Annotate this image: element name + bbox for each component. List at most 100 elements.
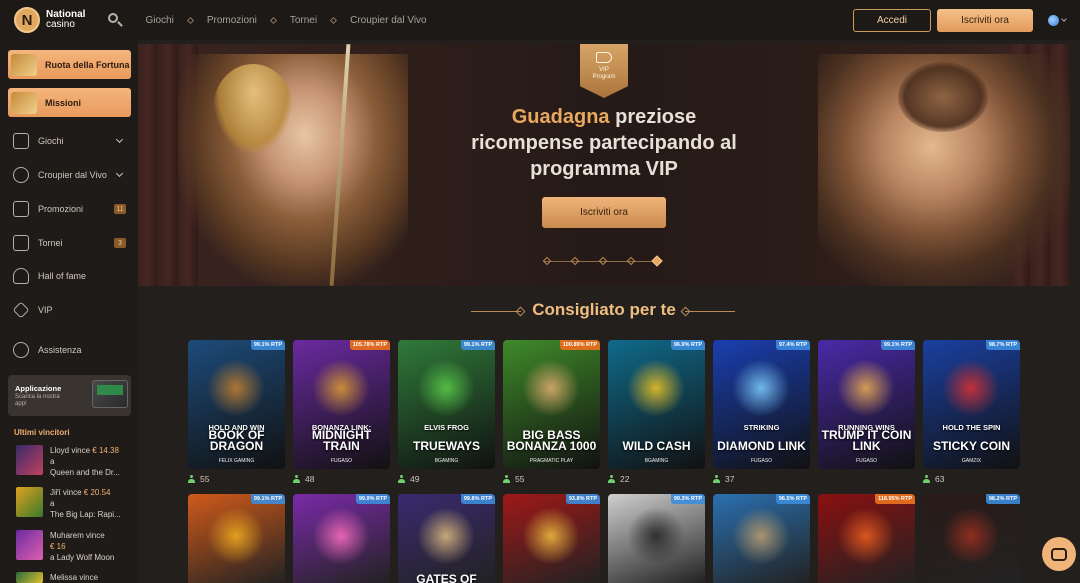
nav-tornei[interactable]: Tornei	[290, 15, 317, 26]
tournament-icon	[13, 235, 29, 251]
game-art	[521, 508, 581, 564]
game-tile[interactable]: 99.3% RTP	[608, 494, 705, 583]
rtp-badge: 99.1% RTP	[250, 340, 285, 350]
game-tile[interactable]: 96.5% RTP	[713, 494, 810, 583]
chevron-down-icon	[115, 169, 124, 178]
game-tile[interactable]: 105.78% RTP BONANZA LINK: MIDNIGHT TRAIN FU…	[293, 340, 390, 469]
game-tile[interactable]: 99.1% RTP HOLD AND WIN BOOK OF DRAGON FELIX…	[188, 340, 285, 469]
game-art	[521, 360, 581, 416]
nav-promozioni[interactable]: Promozioni	[207, 15, 257, 26]
live-chat-button[interactable]	[1042, 537, 1076, 571]
player-count: 55	[503, 474, 524, 484]
game-tile[interactable]: 98.7% RTP HOLD THE SPIN STICKY COIN GAMZIX	[923, 340, 1020, 469]
top-bar: N National casino Giochi Promozioni Torn…	[0, 0, 1080, 40]
game-art	[206, 508, 266, 564]
player-count: 49	[398, 474, 419, 484]
app-download-card[interactable]: Applicazione Scarica la nostra app!	[8, 375, 131, 416]
rtp-badge: 100.89% RTP	[559, 340, 600, 350]
game-tile[interactable]: 98.2% RTP	[923, 494, 1020, 583]
player-count-value: 49	[410, 474, 420, 484]
missions-button[interactable]: Missioni	[8, 88, 131, 117]
winner-item[interactable]: Jiří vince € 20.54 a The Big Lap: Rapi...	[16, 487, 136, 521]
nav-croupier[interactable]: Croupier dal Vivo	[350, 15, 427, 26]
hero-title-part: ricompense partecipando al	[471, 132, 737, 154]
chevron-down-icon	[115, 135, 124, 144]
winner-item[interactable]: Lloyd vince € 14.38 a Queen and the Dr...	[16, 445, 136, 479]
game-tile[interactable]: 99.1% RTP	[188, 494, 285, 583]
rtp-badge: 99.8% RTP	[460, 494, 495, 504]
game-tile[interactable]: 97.4% RTP STRIKING DIAMOND LINK FUGASO	[713, 340, 810, 469]
main-nav: Giochi Promozioni Tornei Croupier dal Vi…	[135, 15, 436, 26]
megaphone-icon	[596, 52, 612, 63]
signup-button[interactable]: Iscriviti ora	[937, 9, 1033, 32]
hero-title-highlight: Guadagna	[511, 106, 610, 128]
players-icon	[713, 475, 720, 483]
game-tile[interactable]: 99.9% RTP	[293, 494, 390, 583]
app-subtitle: Scarica la nostra app!	[15, 394, 60, 407]
game-provider: BGAMING	[644, 458, 669, 464]
logo[interactable]: N National casino	[14, 7, 85, 33]
carousel-dot[interactable]	[542, 256, 552, 266]
sidebar-item-promozioni[interactable]: Promozioni 11	[0, 198, 138, 220]
sidebar-item-tornei[interactable]: Tornei 3	[0, 232, 138, 254]
player-count: 48	[293, 474, 314, 484]
game-title: TRUEWAYS	[413, 439, 480, 453]
rtp-badge: 118.95% RTP	[875, 494, 915, 504]
carousel-dot-active[interactable]	[651, 255, 663, 267]
game-art	[731, 508, 791, 564]
vip-hero-banner: VIP Program Guadagna preziose ricompense …	[138, 44, 1070, 286]
game-art	[626, 360, 686, 416]
winner-item[interactable]: Muharem vince € 16 a Lady Wolf Moon	[16, 530, 136, 564]
carousel-dot[interactable]	[570, 256, 580, 266]
sidebar-item-croupier[interactable]: Croupier dal Vivo	[0, 164, 138, 186]
game-provider: BGAMING	[434, 458, 459, 464]
globe-icon[interactable]	[1048, 15, 1059, 26]
player-count: 63	[923, 474, 944, 484]
chevron-down-icon[interactable]	[1061, 16, 1067, 22]
game-tile[interactable]: 100.89% RTP BIG BASS BONANZA 1000 PRAGMATI…	[503, 340, 600, 469]
hero-signup-button[interactable]: Iscriviti ora	[542, 197, 666, 228]
sidebar-item-vip[interactable]: VIP	[0, 299, 138, 321]
nav-giochi[interactable]: Giochi	[145, 15, 173, 26]
game-art	[311, 508, 371, 564]
players-icon	[608, 475, 615, 483]
logo-mark: N	[14, 7, 40, 33]
login-button[interactable]: Accedi	[853, 9, 931, 32]
game-tile[interactable]: 99.1% RTP RUNNING WINS TRUMP IT COIN LINK F…	[818, 340, 915, 469]
game-tile[interactable]: 93.8% RTP	[503, 494, 600, 583]
winner-item[interactable]: Melissa vince	[16, 572, 136, 583]
winner-name: Muharem vince	[50, 531, 105, 540]
phone-icon	[92, 380, 128, 408]
game-art	[626, 508, 686, 564]
carousel-dot[interactable]	[598, 256, 608, 266]
game-art	[941, 360, 1001, 416]
game-tile[interactable]: 99.1% RTP ELVIS FROG TRUEWAYS BGAMING	[398, 340, 495, 469]
hero-title-part: programma VIP	[530, 158, 678, 180]
game-thumbnail	[16, 530, 43, 560]
badge-line2: Program	[592, 74, 616, 80]
wheel-of-fortune-button[interactable]: Ruota della Fortuna	[8, 50, 131, 79]
players-icon	[503, 475, 510, 483]
winner-game: Lady Wolf Moon	[56, 553, 115, 562]
game-title: STICKY COIN	[932, 439, 1011, 453]
sidebar-item-assistenza[interactable]: Assistenza	[0, 339, 138, 361]
player-count-value: 37	[725, 474, 735, 484]
game-title: MIDNIGHT TRAIN	[311, 428, 372, 453]
sidebar-item-hall-of-fame[interactable]: Hall of fame	[0, 265, 138, 287]
sidebar-item-label: Croupier dal Vivo	[38, 170, 107, 180]
game-provider: FUGASO	[750, 458, 773, 464]
vip-program-badge: VIP Program	[580, 44, 628, 98]
game-tile[interactable]: 118.95% RTP	[818, 494, 915, 583]
winner-amount: € 16	[50, 542, 66, 551]
sidebar-item-giochi[interactable]: Giochi	[0, 130, 138, 152]
game-art	[836, 360, 896, 416]
game-tile[interactable]: 99.8% RTP GATES OF	[398, 494, 495, 583]
rtp-badge: 97.4% RTP	[775, 340, 810, 350]
rtp-badge: 99.1% RTP	[250, 494, 285, 504]
winner-name: Jiří vince	[50, 488, 82, 497]
search-icon[interactable]	[107, 12, 124, 28]
game-tile[interactable]: 96.9% RTP WILD CASH BGAMING	[608, 340, 705, 469]
carousel-dot[interactable]	[626, 256, 636, 266]
laurel-icon	[13, 268, 29, 284]
games-icon	[13, 133, 29, 149]
